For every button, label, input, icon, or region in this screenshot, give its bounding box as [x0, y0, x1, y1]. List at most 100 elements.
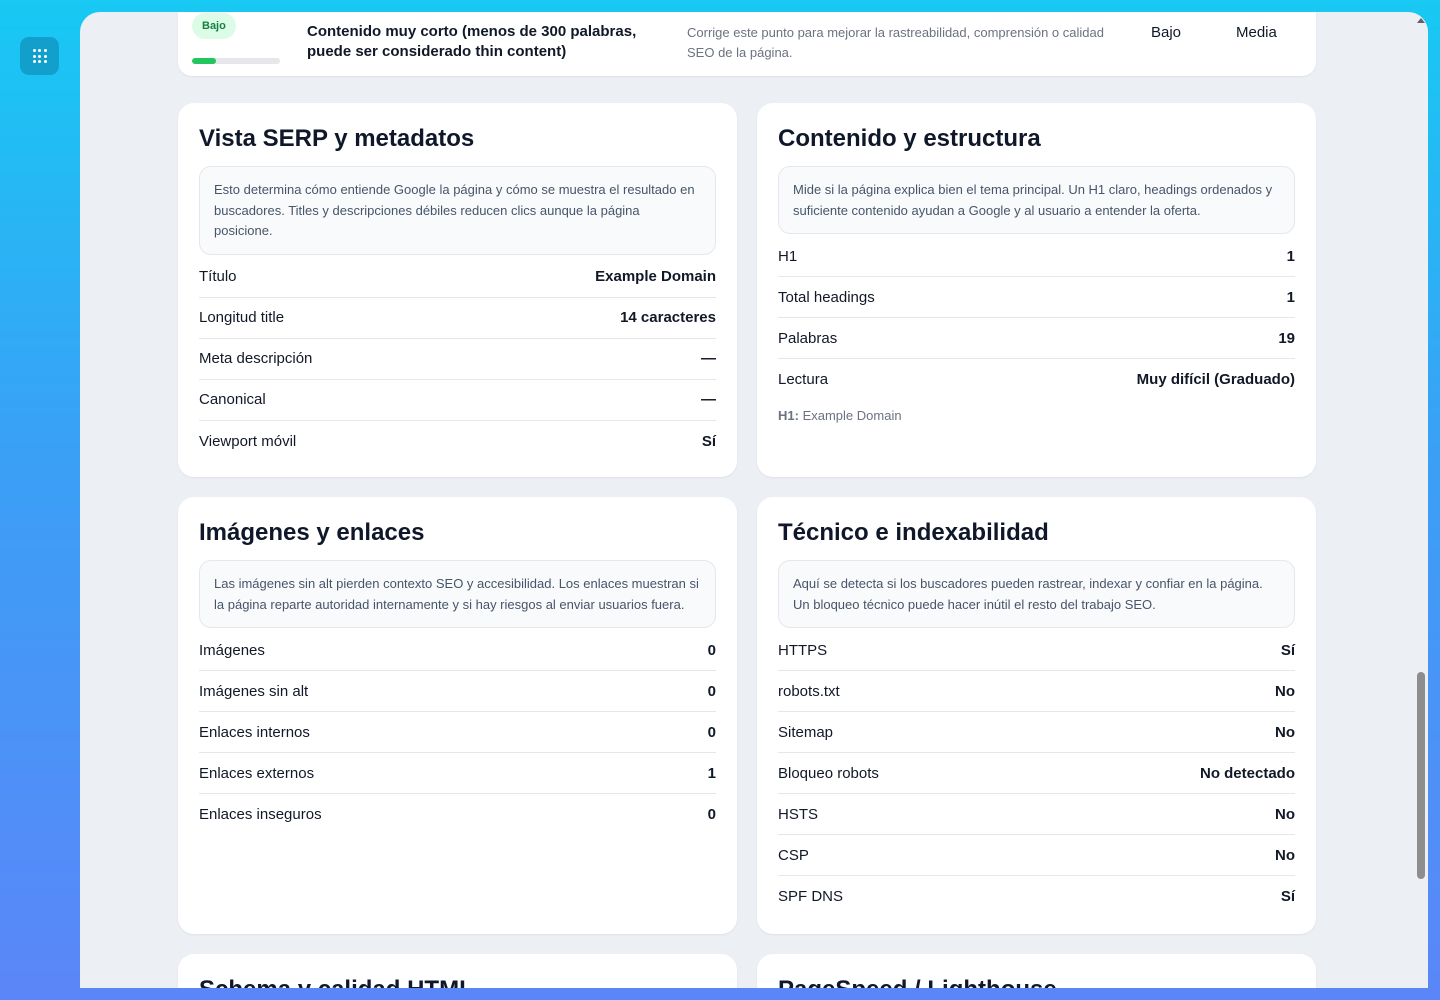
metric-value: Sí: [1280, 888, 1295, 905]
metric-value: No: [1275, 805, 1295, 823]
metric-row: Viewport móvil Sí: [199, 421, 716, 462]
metric-value: Muy difícil (Graduado): [1136, 371, 1295, 388]
metric-label: robots.txt: [778, 682, 840, 700]
metric-value: 1: [1286, 247, 1295, 265]
metric-row: Imágenes sin alt 0: [199, 671, 716, 712]
card-title: Contenido y estructura: [778, 125, 1041, 152]
metric-row: Enlaces internos 0: [199, 712, 716, 753]
metric-label: Total headings: [778, 288, 875, 306]
h1-prefix: H1:: [778, 408, 799, 423]
metric-label: Enlaces internos: [199, 723, 310, 741]
scroll-up-arrow-icon[interactable]: [1417, 18, 1425, 23]
metric-label: Longitud title: [199, 309, 285, 326]
metric-value: 19: [1278, 329, 1295, 347]
metric-label: HTTPS: [778, 641, 828, 659]
card-title: Técnico e indexabilidad: [778, 519, 1049, 546]
metric-row: Total headings 1: [778, 277, 1295, 318]
metric-label: HSTS: [778, 805, 819, 823]
metric-value: No: [1275, 846, 1295, 864]
metric-value: 1: [1286, 288, 1295, 306]
card-note: Las imágenes sin alt pierden contexto SE…: [199, 560, 716, 628]
card-title: Vista SERP y metadatos: [199, 125, 475, 152]
metric-row: Enlaces inseguros 0: [199, 794, 716, 835]
content-structure-card: Contenido y estructura Mide si la página…: [757, 103, 1316, 477]
metric-row: robots.txt No: [778, 671, 1295, 712]
scrollbar[interactable]: [1414, 12, 1428, 988]
schema-html-card: Schema y calidad HTML: [178, 954, 737, 988]
metric-value: 0: [707, 806, 716, 823]
card-title: Imágenes y enlaces: [199, 519, 425, 546]
metric-row: HTTPS Sí: [778, 630, 1295, 671]
metric-label: H1: [778, 247, 798, 265]
metric-row: Longitud title 14 caracteres: [199, 298, 716, 339]
card-note: Esto determina cómo entiende Google la p…: [199, 166, 716, 255]
card-title: Schema y calidad HTML: [199, 974, 716, 988]
severity-badge: Bajo: [192, 13, 236, 39]
main-panel: Bajo Contenido muy corto (menos de 300 p…: [80, 12, 1428, 988]
score-bar: [192, 58, 280, 64]
card-rows: Imágenes 0 Imágenes sin alt 0 Enlaces intern…: [199, 630, 716, 835]
serp-metadata-card: Vista SERP y metadatos Esto determina có…: [178, 103, 737, 477]
metric-label: SPF DNS: [778, 888, 844, 905]
metric-label: Sitemap: [778, 723, 834, 741]
metric-value: No: [1275, 723, 1295, 741]
metric-row: Palabras 19: [778, 318, 1295, 359]
metric-value: 0: [707, 682, 716, 700]
metric-row: Sitemap No: [778, 712, 1295, 753]
card-note: Aquí se detecta si los buscadores pueden…: [778, 560, 1295, 628]
metric-row: Título Example Domain: [199, 257, 716, 298]
metric-row: Imágenes 0: [199, 630, 716, 671]
metric-value: 0: [707, 723, 716, 741]
issue-priority: Media: [1236, 24, 1277, 41]
h1-preview: H1: Example Domain: [778, 408, 1295, 423]
scrollbar-thumb[interactable]: [1417, 672, 1425, 879]
metric-value: 14 caracteres: [620, 309, 716, 326]
metric-value: Sí: [701, 432, 716, 450]
metric-label: CSP: [778, 846, 809, 864]
metric-row: Meta descripción —: [199, 339, 716, 380]
metric-value: No: [1275, 682, 1295, 700]
technical-indexability-card: Técnico e indexabilidad Aquí se detecta …: [757, 497, 1316, 934]
pagespeed-card: PageSpeed / Lighthouse: [757, 954, 1316, 988]
metric-label: Título: [199, 268, 237, 285]
issue-description: Corrige este punto para mejorar la rastr…: [687, 25, 1104, 60]
apps-menu-button[interactable]: [20, 37, 59, 75]
metric-value: Sí: [1280, 641, 1295, 659]
card-note: Mide si la página explica bien el tema p…: [778, 166, 1295, 234]
metric-value: No detectado: [1199, 764, 1295, 782]
metric-label: Imágenes: [199, 641, 265, 659]
metric-label: Meta descripción: [199, 350, 313, 367]
metric-value: 1: [707, 764, 716, 782]
metric-value: —: [701, 391, 716, 408]
h1-value: Example Domain: [802, 408, 902, 423]
metric-label: Imágenes sin alt: [199, 682, 309, 700]
metric-row: Enlaces externos 1: [199, 753, 716, 794]
metric-row: Canonical —: [199, 380, 716, 421]
card-rows: H1 1 Total headings 1 Palabras 19 Lectura Muy d…: [778, 236, 1295, 400]
metric-label: Enlaces inseguros: [199, 806, 322, 823]
issue-title: Contenido muy corto (menos de 300 palabr…: [307, 23, 637, 60]
score-bar-fill: [192, 58, 216, 64]
card-rows: HTTPS Sí robots.txt No Sitemap No Bloqueo robo…: [778, 630, 1295, 917]
card-title: PageSpeed / Lighthouse: [778, 974, 1295, 988]
issue-row: Bajo Contenido muy corto (menos de 300 p…: [178, 12, 1316, 76]
metric-row: HSTS No: [778, 794, 1295, 835]
images-links-card: Imágenes y enlaces Las imágenes sin alt …: [178, 497, 737, 934]
metric-label: Viewport móvil: [199, 432, 297, 450]
metric-row: H1 1: [778, 236, 1295, 277]
metric-value: —: [701, 350, 716, 367]
metric-label: Palabras: [778, 329, 838, 347]
metric-label: Bloqueo robots: [778, 764, 879, 782]
metric-row: CSP No: [778, 835, 1295, 876]
metric-row: SPF DNS Sí: [778, 876, 1295, 917]
apps-grid-icon: [32, 49, 47, 63]
metric-value: 0: [707, 641, 716, 659]
metric-row: Lectura Muy difícil (Graduado): [778, 359, 1295, 400]
metric-label: Canonical: [199, 391, 266, 408]
metric-label: Enlaces externos: [199, 764, 315, 782]
card-rows: Título Example Domain Longitud title 14 car…: [199, 257, 716, 462]
metric-row: Bloqueo robots No detectado: [778, 753, 1295, 794]
issue-impact: Bajo: [1151, 24, 1182, 41]
metric-value: Example Domain: [595, 268, 716, 285]
metric-label: Lectura: [778, 371, 829, 388]
